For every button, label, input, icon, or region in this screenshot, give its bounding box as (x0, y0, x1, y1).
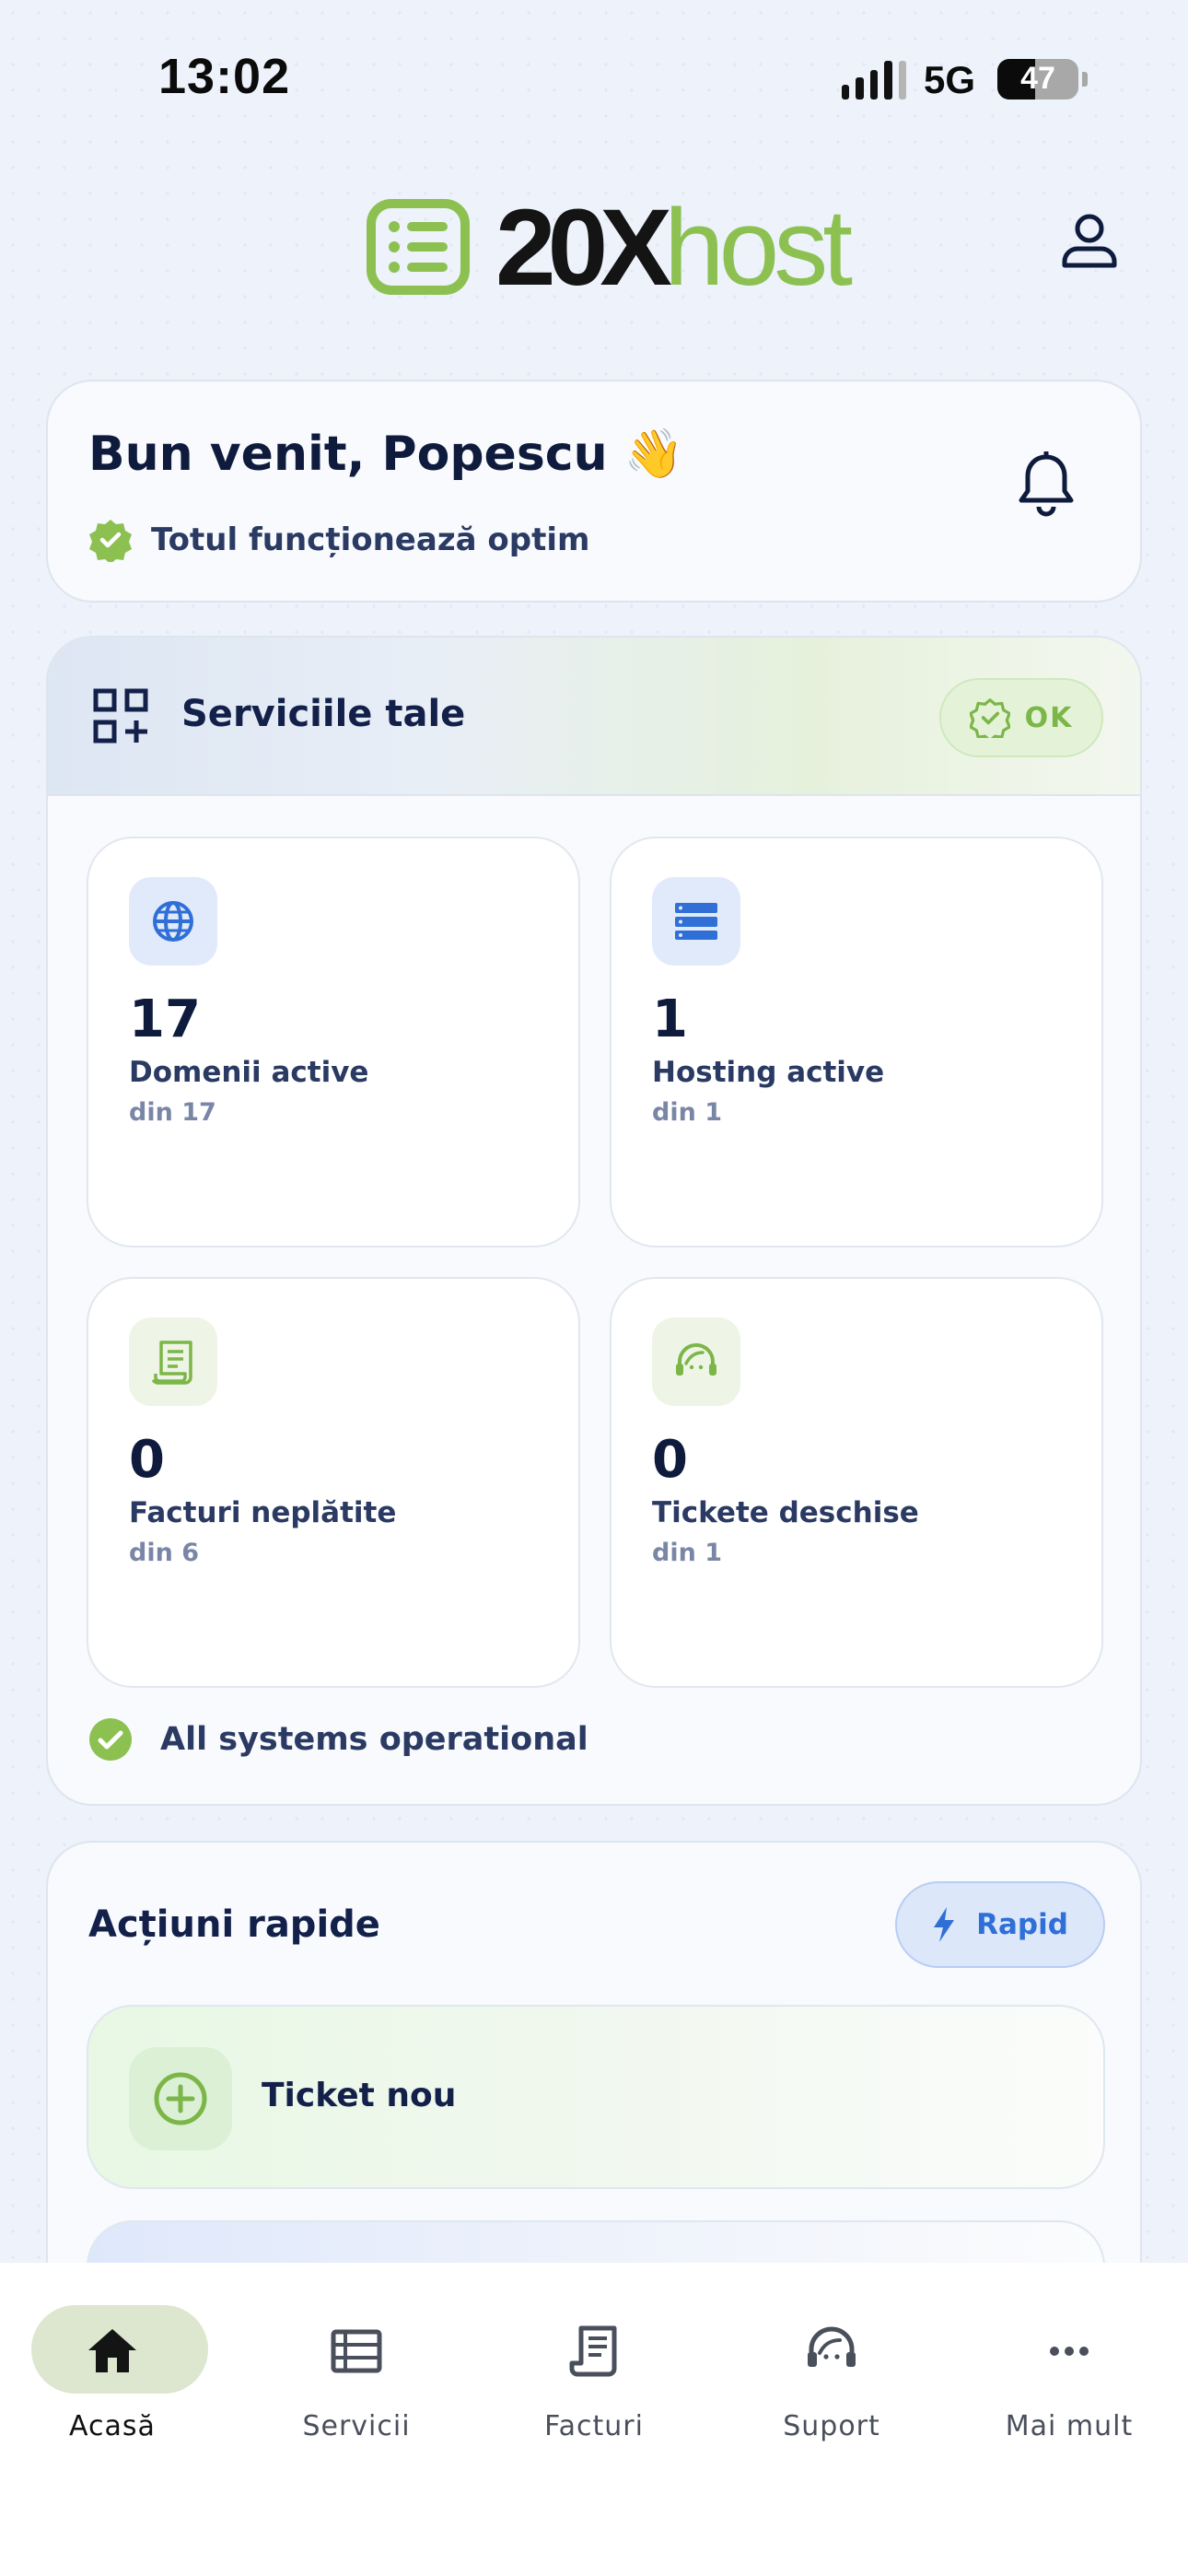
signal-icon (842, 59, 907, 100)
receipt-icon (129, 1317, 217, 1406)
receipt-icon (569, 2325, 617, 2377)
stat-card-invoices[interactable]: 0 Facturi neplătite din 6 (87, 1277, 580, 1688)
headset-icon (808, 2326, 856, 2367)
nav-item-invoices[interactable]: Facturi (483, 2305, 705, 2443)
nav-label: Servicii (302, 2410, 411, 2442)
services-header: Serviciile tale OK (48, 638, 1140, 796)
headset-icon (652, 1317, 740, 1406)
lightning-icon (934, 1907, 955, 1942)
stat-sub: din 1 (652, 1539, 722, 1567)
nav-item-services[interactable]: Servicii (246, 2305, 467, 2443)
status-time: 13:02 (158, 49, 291, 104)
check-circle-icon (89, 1718, 132, 1761)
network-type: 5G (924, 58, 976, 101)
battery-level: 47 (1020, 61, 1055, 96)
battery-icon: 47 (997, 59, 1078, 100)
system-status-text: All systems operational (160, 1721, 588, 1758)
home-icon (88, 2329, 136, 2372)
nav-label: Mai mult (1005, 2410, 1134, 2442)
quick-actions-title: Acțiuni rapide (88, 1903, 380, 1946)
action-new-ticket[interactable]: Ticket nou (87, 2005, 1105, 2189)
system-status: All systems operational (88, 1717, 588, 1762)
welcome-status: Totul funcționează optim (88, 518, 589, 562)
welcome-card: Bun venit, Popescu 👋 Totul funcționează … (46, 380, 1142, 603)
nav-item-home[interactable]: Acasă (2, 2305, 223, 2443)
stat-value: 0 (129, 1430, 165, 1490)
stat-label: Tickete deschise (652, 1496, 919, 1529)
bell-icon[interactable] (1015, 451, 1077, 518)
logo-text-green: host (663, 187, 853, 309)
welcome-status-text: Totul funcționează optim (151, 521, 590, 558)
logo-text: 20Xhost (495, 193, 853, 302)
verified-icon (89, 520, 132, 562)
brand-logo[interactable]: 20Xhost (367, 175, 853, 304)
nav-item-more[interactable]: Mai mult (959, 2305, 1180, 2443)
stat-sub: din 1 (652, 1098, 722, 1127)
logo-icon (367, 199, 470, 295)
stat-card-tickets[interactable]: 0 Tickete deschise din 1 (610, 1277, 1103, 1688)
server-icon (652, 877, 740, 966)
nav-label: Acasă (69, 2410, 156, 2442)
rapid-badge-text: Rapid (976, 1908, 1068, 1941)
nav-label: Suport (783, 2410, 880, 2442)
rapid-badge[interactable]: Rapid (895, 1881, 1105, 1968)
nav-item-support[interactable]: Suport (721, 2305, 942, 2443)
ok-badge-text: OK (1024, 701, 1074, 734)
list-icon (331, 2329, 382, 2373)
grid-plus-icon (93, 688, 148, 744)
stat-label: Hosting active (652, 1056, 885, 1089)
stat-card-hosting[interactable]: 1 Hosting active din 1 (610, 837, 1103, 1247)
plus-circle-icon (129, 2047, 232, 2150)
stat-value: 1 (652, 989, 688, 1049)
welcome-title: Bun venit, Popescu 👋 (88, 427, 684, 482)
stat-label: Facturi neplătite (129, 1496, 397, 1529)
battery-tip (1082, 72, 1088, 87)
stat-label: Domenii active (129, 1056, 369, 1089)
services-title: Serviciile tale (181, 693, 466, 735)
nav-label: Facturi (544, 2410, 644, 2442)
stat-value: 17 (129, 989, 201, 1049)
stat-sub: din 6 (129, 1539, 199, 1567)
bottom-nav: Acasă Servicii Facturi Suport Mai mult (0, 2263, 1188, 2576)
badge-check-icon (969, 698, 1010, 738)
stat-card-domains[interactable]: 17 Domenii active din 17 (87, 837, 580, 1247)
stat-sub: din 17 (129, 1098, 216, 1127)
more-icon (1050, 2347, 1089, 2356)
logo-text-dark: 20X (495, 187, 672, 309)
globe-icon (129, 877, 217, 966)
profile-icon[interactable] (1057, 208, 1122, 273)
action-label: Ticket nou (262, 2077, 457, 2114)
services-card: Serviciile tale OK 17 Domenii active din… (46, 636, 1142, 1806)
status-bar: 13:02 5G 47 (0, 0, 1188, 157)
ok-badge: OK (939, 678, 1103, 757)
stat-value: 0 (652, 1430, 688, 1490)
